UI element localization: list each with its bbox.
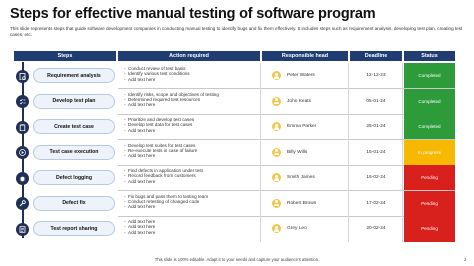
footer-note: This slide is 100% editable. Adapt it to… bbox=[154, 257, 320, 262]
step-cell: Defect fix bbox=[14, 191, 116, 217]
responsible-name: Robert Brown bbox=[287, 200, 317, 206]
responsible-name: John Keats bbox=[287, 98, 312, 104]
status-badge: Pending bbox=[404, 216, 455, 242]
deadline-cell: 15-01-24 bbox=[366, 149, 386, 155]
header-responsible-head: Responsible head bbox=[262, 51, 348, 61]
responsible-name: Grey Leo bbox=[287, 226, 307, 232]
deadline-cell: 15-02-24 bbox=[366, 175, 386, 181]
action-cell: Prioritize and develop test casesDevelop… bbox=[118, 114, 260, 140]
step-icon-circle bbox=[16, 69, 29, 83]
responsible-cell: Emma Parker bbox=[262, 114, 348, 140]
user-icon bbox=[272, 198, 281, 208]
step-icon-circle bbox=[16, 171, 29, 185]
step-icon-circle bbox=[16, 197, 29, 210]
action-line: Add text here bbox=[124, 179, 256, 185]
action-cell: Find defects in application under testRe… bbox=[118, 165, 260, 191]
action-line: Add text here bbox=[124, 77, 256, 83]
table-row: Defect fix Fix bugs and pass them to tes… bbox=[14, 190, 455, 217]
document-search-icon bbox=[19, 72, 26, 80]
step-icon-circle bbox=[16, 146, 29, 159]
responsible-name: Billy Wills bbox=[287, 149, 308, 155]
responsible-name: Smith James bbox=[287, 175, 315, 181]
page-number: 2 bbox=[464, 257, 467, 262]
column-separator bbox=[348, 63, 349, 242]
status-badge: Completed bbox=[404, 63, 455, 89]
action-line: Add text here bbox=[124, 153, 256, 159]
table-row: Test report sharing Add text hereAdd tex… bbox=[14, 216, 455, 242]
status-badge: Completed bbox=[404, 114, 455, 140]
column-separator bbox=[402, 63, 403, 242]
responsible-cell: Grey Leo bbox=[262, 216, 348, 242]
report-icon bbox=[19, 225, 26, 233]
deadline-cell: 20-02-24 bbox=[366, 226, 386, 232]
column-separator bbox=[260, 63, 261, 242]
step-cell: Test report sharing bbox=[14, 216, 116, 242]
deadline-cell: 12-12-23 bbox=[366, 73, 386, 79]
step-label: Defect logging bbox=[33, 170, 115, 185]
step-label: Test case execution bbox=[33, 144, 115, 160]
deadline-cell: 17-02-24 bbox=[366, 200, 386, 206]
user-icon bbox=[272, 147, 281, 157]
wrench-icon bbox=[19, 200, 26, 207]
responsible-cell: Robert Brown bbox=[262, 191, 348, 217]
step-cell: Test case execution bbox=[14, 140, 116, 166]
responsible-cell: Billy Wills bbox=[262, 140, 348, 166]
action-line: Add text here bbox=[124, 204, 256, 210]
responsible-name: Peter Waters bbox=[287, 73, 315, 79]
step-cell: Create test case bbox=[14, 114, 116, 140]
status-badge: In progress bbox=[404, 139, 455, 165]
table-row: Requirement analysis Conduct review of t… bbox=[14, 63, 455, 89]
responsible-cell: Peter Waters bbox=[262, 63, 348, 89]
action-cell: Develop test suites for test casesRe-exe… bbox=[118, 140, 260, 166]
step-cell: Defect logging bbox=[14, 165, 116, 191]
user-icon bbox=[272, 71, 281, 81]
step-icon-circle bbox=[16, 222, 29, 236]
table-row: Test case execution Develop test suites … bbox=[14, 139, 455, 166]
responsible-name: Emma Parker bbox=[287, 124, 317, 130]
clipboard-icon bbox=[19, 123, 26, 131]
user-icon bbox=[272, 224, 281, 234]
user-icon bbox=[272, 96, 281, 106]
table-row: Create test case Prioritize and develop … bbox=[14, 114, 455, 140]
responsible-cell: John Keats bbox=[262, 89, 348, 115]
step-label: Requirement analysis bbox=[33, 68, 115, 83]
header-steps: Steps bbox=[14, 51, 116, 61]
header-status: Status bbox=[404, 51, 455, 61]
header-deadline: Deadline bbox=[350, 51, 402, 61]
step-label: Test report sharing bbox=[33, 221, 115, 236]
play-icon bbox=[19, 149, 26, 156]
action-line: Add text here bbox=[124, 128, 256, 134]
deadline-cell: 25-01-24 bbox=[366, 124, 386, 130]
deadline-cell: 05-01-24 bbox=[366, 98, 386, 104]
checklist-icon bbox=[19, 98, 26, 105]
step-icon-circle bbox=[16, 95, 29, 108]
bug-icon bbox=[19, 176, 26, 181]
user-icon bbox=[272, 173, 281, 183]
table-row: Develop test plan Identify risks, scope … bbox=[14, 88, 455, 115]
page-title: Steps for effective manual testing of so… bbox=[10, 6, 376, 22]
header-action-required: Action required bbox=[118, 51, 260, 61]
action-cell: Fix bugs and pass them to testing teamCo… bbox=[118, 191, 260, 217]
action-line: Add text here bbox=[124, 102, 256, 108]
action-cell: Identify risks, scope and objectives of … bbox=[118, 89, 260, 115]
action-cell: Conduct review of test basisIdentify var… bbox=[118, 63, 260, 89]
step-label: Develop test plan bbox=[33, 93, 115, 109]
status-badge: Completed bbox=[404, 88, 455, 114]
page-subtitle: This slide represents steps that guide s… bbox=[10, 26, 463, 38]
status-badge: Pending bbox=[404, 165, 455, 191]
responsible-cell: Smith James bbox=[262, 165, 348, 191]
step-icon-circle bbox=[16, 120, 29, 134]
table-row: Defect logging Find defects in applicati… bbox=[14, 165, 455, 191]
step-label: Create test case bbox=[33, 119, 115, 134]
action-line: Add text here bbox=[124, 230, 256, 236]
action-cell: Add text hereAdd text hereAdd text here bbox=[118, 216, 260, 242]
step-cell: Requirement analysis bbox=[14, 63, 116, 89]
status-badge: Pending bbox=[404, 190, 455, 216]
step-label: Defect fix bbox=[33, 195, 115, 211]
user-icon bbox=[272, 122, 281, 132]
step-cell: Develop test plan bbox=[14, 89, 116, 115]
